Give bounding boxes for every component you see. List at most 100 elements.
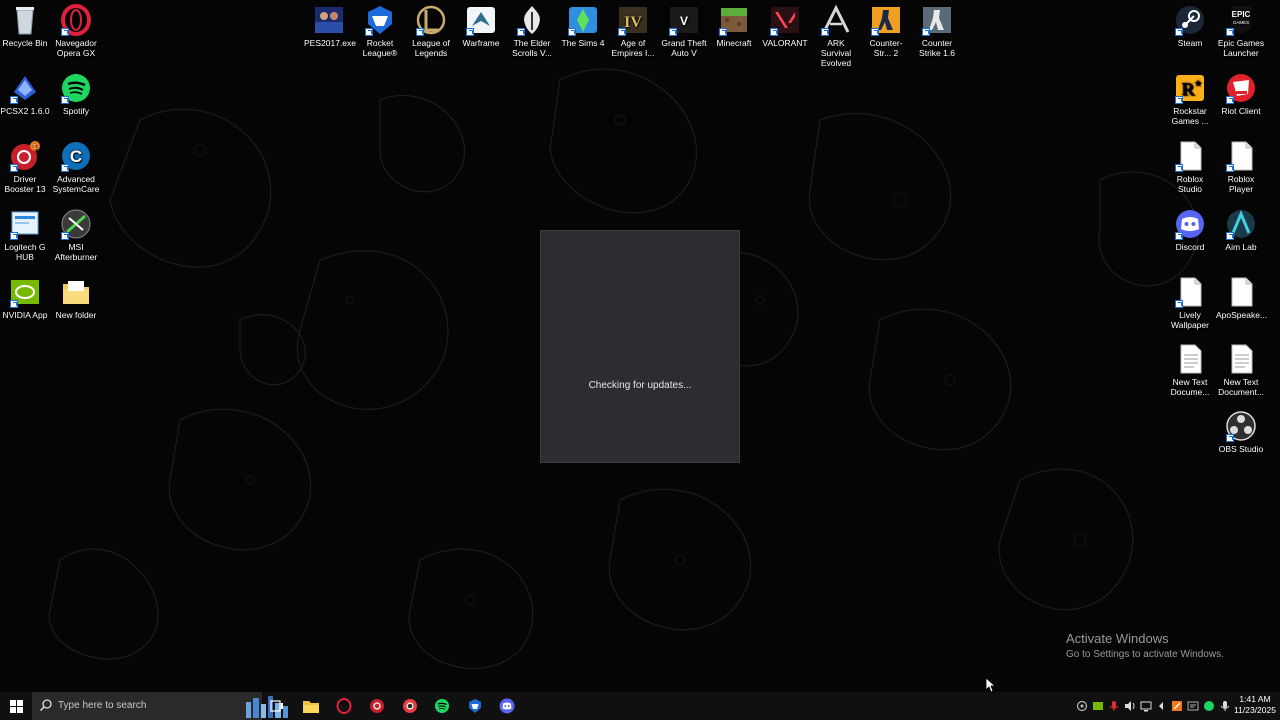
- shortcut-arrow-icon: [61, 28, 69, 36]
- shortcut-arrow-icon: [719, 28, 727, 36]
- taskbar-spotify[interactable]: [426, 692, 458, 720]
- desktop-icon-lively-wallpaper[interactable]: Lively Wallpaper: [1165, 276, 1215, 330]
- desktop-icon-gta5[interactable]: V Grand Theft Auto V: [659, 4, 709, 58]
- desktop-icon-pes2017[interactable]: PES2017.exe: [304, 4, 356, 48]
- obs-icon: [1224, 410, 1258, 442]
- taskbar-search-box[interactable]: Type here to search: [32, 692, 288, 720]
- desktop-icon-skyrim[interactable]: The Elder Scrolls V...: [507, 4, 557, 58]
- desktop-icon-ark[interactable]: ARK Survival Evolved: [811, 4, 861, 68]
- desktop-icon-new-text-document-1[interactable]: New Text Docume...: [1165, 343, 1215, 397]
- activate-windows-title: Activate Windows: [1066, 631, 1169, 646]
- desktop-icon-rockstar[interactable]: R ★ Rockstar Games ...: [1165, 72, 1215, 126]
- desktop-icon-discord[interactable]: Discord: [1165, 208, 1215, 252]
- desktop-icon-riot-client[interactable]: Riot Client: [1216, 72, 1266, 116]
- desktop-icon-obs-studio[interactable]: OBS Studio: [1216, 410, 1266, 454]
- taskbar-clock[interactable]: 1:41 AM 11/23/2025: [1232, 694, 1278, 716]
- desktop-icon-label: Roblox Studio: [1176, 174, 1204, 194]
- desktop-icon-label: Rockstar Games ...: [1171, 106, 1209, 126]
- desktop-icon-sims4[interactable]: The Sims 4: [558, 4, 608, 48]
- activate-windows-watermark: Activate Windows Go to Settings to activ…: [1066, 631, 1224, 660]
- tray-chevron-icon[interactable]: [1154, 698, 1168, 714]
- desktop-icon-recycle-bin[interactable]: Recycle Bin: [0, 4, 50, 48]
- desktop-icon-counter-strike-16[interactable]: Counter Strike 1.6: [912, 4, 962, 58]
- shortcut-arrow-icon: [517, 28, 525, 36]
- desktop-icon-label: New Text Docume...: [1170, 377, 1210, 397]
- tray-network-icon[interactable]: [1139, 698, 1153, 714]
- desktop-icon-label: The Sims 4: [561, 38, 605, 48]
- desktop-icon-epic-games[interactable]: EPIC GAMES Epic Games Launcher: [1216, 4, 1266, 58]
- svg-text:IV: IV: [624, 14, 642, 31]
- desktop-icon-rocket-league[interactable]: Rocket League®: [355, 4, 405, 58]
- shortcut-arrow-icon: [1226, 28, 1234, 36]
- ark-icon: [819, 4, 853, 36]
- desktop-icon-age-of-empires[interactable]: IV Age of Empires I...: [608, 4, 658, 58]
- taskbar-rocket-league[interactable]: [459, 692, 491, 720]
- start-button[interactable]: [0, 692, 32, 720]
- driver-booster-icon: 1: [8, 140, 42, 172]
- taskbar-opera-gx[interactable]: [328, 692, 360, 720]
- taskbar-file-explorer[interactable]: [295, 692, 327, 720]
- desktop-icon-label: Counter-Str... 2: [869, 38, 903, 58]
- activate-windows-subtitle: Go to Settings to activate Windows.: [1066, 649, 1224, 660]
- shortcut-arrow-icon: [466, 28, 474, 36]
- tray-mic-gray-icon[interactable]: [1218, 698, 1232, 714]
- desktop-icon-new-text-document-2[interactable]: New Text Document...: [1216, 343, 1266, 397]
- desktop-icon-warframe[interactable]: Warframe: [456, 4, 506, 48]
- nvidia-app-icon: [8, 276, 42, 308]
- desktop-icon-roblox-studio[interactable]: Roblox Studio: [1165, 140, 1215, 194]
- shortcut-arrow-icon: [61, 232, 69, 240]
- shortcut-arrow-icon: [1175, 28, 1183, 36]
- taskbar-browser[interactable]: [394, 692, 426, 720]
- tray-steelseries-icon[interactable]: [1075, 698, 1089, 714]
- desktop-icon-apospeaker[interactable]: ApoSpeake...: [1216, 276, 1268, 320]
- desktop-icon-msi-afterburner[interactable]: MSI Afterburner: [51, 208, 101, 262]
- tray-spotify-icon[interactable]: [1202, 698, 1216, 714]
- desktop-icon-roblox-player[interactable]: Roblox Player: [1216, 140, 1266, 194]
- desktop-icon-aim-lab[interactable]: Aim Lab: [1216, 208, 1266, 252]
- age-of-empires-icon: IV: [616, 4, 650, 36]
- desktop-icon-steam[interactable]: Steam: [1165, 4, 1215, 48]
- desktop-icon-minecraft[interactable]: Minecraft: [709, 4, 759, 48]
- svg-text:EPIC: EPIC: [1232, 10, 1251, 19]
- task-view-button[interactable]: [261, 692, 293, 720]
- taskbar-driver-booster[interactable]: [361, 692, 393, 720]
- tray-volume-icon[interactable]: [1123, 698, 1137, 714]
- shortcut-arrow-icon: [365, 28, 373, 36]
- taskbar-discord[interactable]: [491, 692, 523, 720]
- tray-app-grid-icon[interactable]: [1186, 698, 1200, 714]
- tray-nvidia-icon[interactable]: [1091, 698, 1105, 714]
- file-icon: [1224, 140, 1258, 172]
- desktop-icon-advanced-systemcare[interactable]: C Advanced SystemCare: [51, 140, 101, 194]
- desktop-icon-label: Counter Strike 1.6: [919, 38, 955, 58]
- desktop-icon-label: Steam: [1177, 38, 1203, 48]
- logitech-ghub-icon: [8, 208, 42, 240]
- desktop-icon-opera-gx[interactable]: Navegador Opera GX: [51, 4, 101, 58]
- desktop-icon-logitech-ghub[interactable]: Logitech G HUB: [0, 208, 50, 262]
- task-view-icon: [270, 700, 283, 712]
- desktop-icon-spotify[interactable]: Spotify: [51, 72, 101, 116]
- desktop-icon-new-folder[interactable]: New folder: [51, 276, 101, 320]
- desktop-icon-label: Warframe: [462, 38, 500, 48]
- desktop-icon-valorant[interactable]: VALORANT: [760, 4, 810, 48]
- shortcut-arrow-icon: [10, 96, 18, 104]
- shortcut-arrow-icon: [568, 28, 576, 36]
- desktop-icon-label: Roblox Player: [1227, 174, 1255, 194]
- desktop-icon-label: VALORANT: [762, 38, 808, 48]
- shortcut-arrow-icon: [1226, 232, 1234, 240]
- tray-app-orange-icon[interactable]: [1170, 698, 1184, 714]
- desktop-icon-label: Discord: [1175, 242, 1205, 252]
- desktop-icon-nvidia-app[interactable]: NVIDIA App: [0, 276, 50, 320]
- desktop-icon-pcsx2[interactable]: PCSX2 1.6.0: [0, 72, 50, 116]
- desktop-icon-label: New folder: [55, 310, 97, 320]
- text-document-icon: [1224, 343, 1258, 375]
- aim-lab-icon: [1224, 208, 1258, 240]
- desktop-icon-league-of-legends[interactable]: League of Legends: [406, 4, 456, 58]
- valorant-icon: [768, 4, 802, 36]
- update-dialog: Checking for updates...: [540, 230, 740, 463]
- clock-date: 11/23/2025: [1234, 705, 1276, 715]
- desktop-icon-label: Riot Client: [1221, 106, 1261, 116]
- desktop-icon-label: ApoSpeake...: [1216, 310, 1268, 320]
- tray-microphone-icon[interactable]: [1107, 698, 1121, 714]
- desktop-icon-counter-strike-2[interactable]: Counter-Str... 2: [861, 4, 911, 58]
- desktop-icon-driver-booster[interactable]: 1 Driver Booster 13: [0, 140, 50, 194]
